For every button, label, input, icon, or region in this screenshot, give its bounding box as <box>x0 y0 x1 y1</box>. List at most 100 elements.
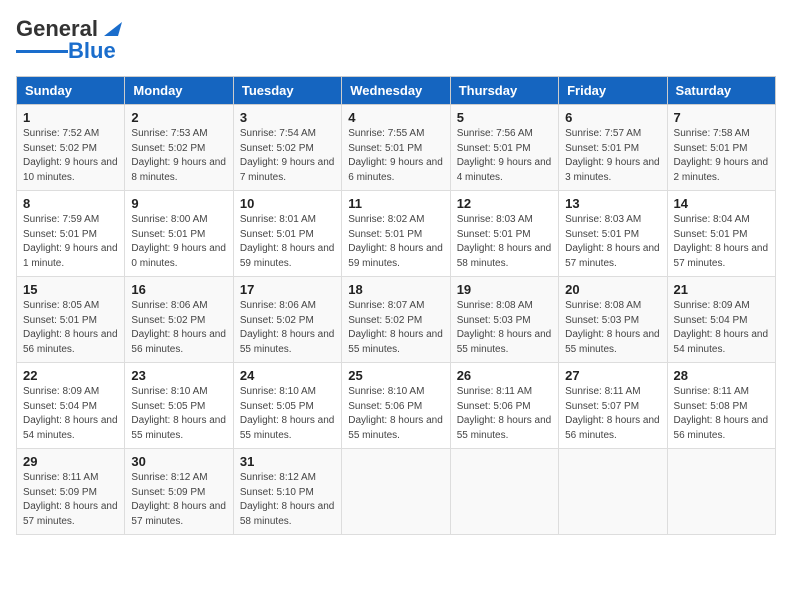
day-number: 13 <box>565 196 660 211</box>
calendar-day-1: 1 Sunrise: 7:52 AM Sunset: 5:02 PM Dayli… <box>17 105 125 191</box>
day-info: Sunrise: 7:54 AM Sunset: 5:02 PM Dayligh… <box>240 127 335 185</box>
calendar-day-4: 4 Sunrise: 7:55 AM Sunset: 5:01 PM Dayli… <box>342 105 450 191</box>
logo-bird-icon <box>100 18 122 40</box>
calendar-day-17: 17 Sunrise: 8:06 AM Sunset: 5:02 PM Dayl… <box>233 277 341 363</box>
calendar-day-14: 14 Sunrise: 8:04 AM Sunset: 5:01 PM Dayl… <box>667 191 775 277</box>
day-number: 28 <box>674 368 769 383</box>
column-header-monday: Monday <box>125 77 233 105</box>
empty-cell <box>450 449 558 535</box>
calendar-day-29: 29 Sunrise: 8:11 AM Sunset: 5:09 PM Dayl… <box>17 449 125 535</box>
day-info: Sunrise: 7:55 AM Sunset: 5:01 PM Dayligh… <box>348 127 443 185</box>
day-info: Sunrise: 8:11 AM Sunset: 5:09 PM Dayligh… <box>23 471 118 529</box>
day-number: 21 <box>674 282 769 297</box>
calendar-day-18: 18 Sunrise: 8:07 AM Sunset: 5:02 PM Dayl… <box>342 277 450 363</box>
page-header: General Blue <box>16 16 776 64</box>
calendar-day-16: 16 Sunrise: 8:06 AM Sunset: 5:02 PM Dayl… <box>125 277 233 363</box>
day-info: Sunrise: 8:08 AM Sunset: 5:03 PM Dayligh… <box>565 299 660 357</box>
calendar-day-23: 23 Sunrise: 8:10 AM Sunset: 5:05 PM Dayl… <box>125 363 233 449</box>
day-info: Sunrise: 7:52 AM Sunset: 5:02 PM Dayligh… <box>23 127 118 185</box>
day-info: Sunrise: 8:04 AM Sunset: 5:01 PM Dayligh… <box>674 213 769 271</box>
day-info: Sunrise: 8:12 AM Sunset: 5:10 PM Dayligh… <box>240 471 335 529</box>
day-info: Sunrise: 8:11 AM Sunset: 5:06 PM Dayligh… <box>457 385 552 443</box>
day-number: 12 <box>457 196 552 211</box>
empty-cell <box>667 449 775 535</box>
calendar-day-2: 2 Sunrise: 7:53 AM Sunset: 5:02 PM Dayli… <box>125 105 233 191</box>
calendar-day-21: 21 Sunrise: 8:09 AM Sunset: 5:04 PM Dayl… <box>667 277 775 363</box>
day-info: Sunrise: 7:57 AM Sunset: 5:01 PM Dayligh… <box>565 127 660 185</box>
day-info: Sunrise: 8:06 AM Sunset: 5:02 PM Dayligh… <box>131 299 226 357</box>
day-number: 26 <box>457 368 552 383</box>
day-number: 16 <box>131 282 226 297</box>
calendar-table: SundayMondayTuesdayWednesdayThursdayFrid… <box>16 76 776 535</box>
day-info: Sunrise: 8:07 AM Sunset: 5:02 PM Dayligh… <box>348 299 443 357</box>
calendar-week-4: 22 Sunrise: 8:09 AM Sunset: 5:04 PM Dayl… <box>17 363 776 449</box>
calendar-header-row: SundayMondayTuesdayWednesdayThursdayFrid… <box>17 77 776 105</box>
day-number: 23 <box>131 368 226 383</box>
calendar-week-5: 29 Sunrise: 8:11 AM Sunset: 5:09 PM Dayl… <box>17 449 776 535</box>
column-header-sunday: Sunday <box>17 77 125 105</box>
calendar-day-31: 31 Sunrise: 8:12 AM Sunset: 5:10 PM Dayl… <box>233 449 341 535</box>
day-number: 7 <box>674 110 769 125</box>
day-number: 15 <box>23 282 118 297</box>
day-number: 4 <box>348 110 443 125</box>
logo: General Blue <box>16 16 122 64</box>
day-number: 19 <box>457 282 552 297</box>
column-header-tuesday: Tuesday <box>233 77 341 105</box>
calendar-day-7: 7 Sunrise: 7:58 AM Sunset: 5:01 PM Dayli… <box>667 105 775 191</box>
day-number: 25 <box>348 368 443 383</box>
day-info: Sunrise: 8:10 AM Sunset: 5:06 PM Dayligh… <box>348 385 443 443</box>
calendar-day-26: 26 Sunrise: 8:11 AM Sunset: 5:06 PM Dayl… <box>450 363 558 449</box>
day-number: 18 <box>348 282 443 297</box>
column-header-thursday: Thursday <box>450 77 558 105</box>
day-info: Sunrise: 8:11 AM Sunset: 5:08 PM Dayligh… <box>674 385 769 443</box>
day-info: Sunrise: 8:01 AM Sunset: 5:01 PM Dayligh… <box>240 213 335 271</box>
calendar-day-20: 20 Sunrise: 8:08 AM Sunset: 5:03 PM Dayl… <box>559 277 667 363</box>
day-info: Sunrise: 8:03 AM Sunset: 5:01 PM Dayligh… <box>457 213 552 271</box>
day-number: 17 <box>240 282 335 297</box>
calendar-day-15: 15 Sunrise: 8:05 AM Sunset: 5:01 PM Dayl… <box>17 277 125 363</box>
day-number: 2 <box>131 110 226 125</box>
day-info: Sunrise: 8:10 AM Sunset: 5:05 PM Dayligh… <box>240 385 335 443</box>
calendar-day-30: 30 Sunrise: 8:12 AM Sunset: 5:09 PM Dayl… <box>125 449 233 535</box>
day-info: Sunrise: 8:10 AM Sunset: 5:05 PM Dayligh… <box>131 385 226 443</box>
day-number: 20 <box>565 282 660 297</box>
day-number: 6 <box>565 110 660 125</box>
day-number: 1 <box>23 110 118 125</box>
day-info: Sunrise: 8:09 AM Sunset: 5:04 PM Dayligh… <box>23 385 118 443</box>
calendar-day-13: 13 Sunrise: 8:03 AM Sunset: 5:01 PM Dayl… <box>559 191 667 277</box>
day-info: Sunrise: 8:00 AM Sunset: 5:01 PM Dayligh… <box>131 213 226 271</box>
calendar-day-6: 6 Sunrise: 7:57 AM Sunset: 5:01 PM Dayli… <box>559 105 667 191</box>
day-info: Sunrise: 8:06 AM Sunset: 5:02 PM Dayligh… <box>240 299 335 357</box>
calendar-day-11: 11 Sunrise: 8:02 AM Sunset: 5:01 PM Dayl… <box>342 191 450 277</box>
day-number: 14 <box>674 196 769 211</box>
day-info: Sunrise: 7:59 AM Sunset: 5:01 PM Dayligh… <box>23 213 118 271</box>
day-info: Sunrise: 8:02 AM Sunset: 5:01 PM Dayligh… <box>348 213 443 271</box>
calendar-day-24: 24 Sunrise: 8:10 AM Sunset: 5:05 PM Dayl… <box>233 363 341 449</box>
calendar-week-1: 1 Sunrise: 7:52 AM Sunset: 5:02 PM Dayli… <box>17 105 776 191</box>
day-number: 8 <box>23 196 118 211</box>
day-info: Sunrise: 8:11 AM Sunset: 5:07 PM Dayligh… <box>565 385 660 443</box>
calendar-day-8: 8 Sunrise: 7:59 AM Sunset: 5:01 PM Dayli… <box>17 191 125 277</box>
day-number: 27 <box>565 368 660 383</box>
day-info: Sunrise: 8:09 AM Sunset: 5:04 PM Dayligh… <box>674 299 769 357</box>
day-number: 29 <box>23 454 118 469</box>
calendar-day-19: 19 Sunrise: 8:08 AM Sunset: 5:03 PM Dayl… <box>450 277 558 363</box>
calendar-day-12: 12 Sunrise: 8:03 AM Sunset: 5:01 PM Dayl… <box>450 191 558 277</box>
day-number: 10 <box>240 196 335 211</box>
calendar-day-25: 25 Sunrise: 8:10 AM Sunset: 5:06 PM Dayl… <box>342 363 450 449</box>
day-info: Sunrise: 8:08 AM Sunset: 5:03 PM Dayligh… <box>457 299 552 357</box>
day-number: 9 <box>131 196 226 211</box>
calendar-day-10: 10 Sunrise: 8:01 AM Sunset: 5:01 PM Dayl… <box>233 191 341 277</box>
day-info: Sunrise: 7:58 AM Sunset: 5:01 PM Dayligh… <box>674 127 769 185</box>
logo-text-blue: Blue <box>68 38 116 64</box>
empty-cell <box>559 449 667 535</box>
logo-underline <box>16 50 68 53</box>
empty-cell <box>342 449 450 535</box>
day-info: Sunrise: 8:12 AM Sunset: 5:09 PM Dayligh… <box>131 471 226 529</box>
day-number: 22 <box>23 368 118 383</box>
calendar-day-5: 5 Sunrise: 7:56 AM Sunset: 5:01 PM Dayli… <box>450 105 558 191</box>
day-info: Sunrise: 8:05 AM Sunset: 5:01 PM Dayligh… <box>23 299 118 357</box>
column-header-saturday: Saturday <box>667 77 775 105</box>
day-info: Sunrise: 7:53 AM Sunset: 5:02 PM Dayligh… <box>131 127 226 185</box>
day-number: 5 <box>457 110 552 125</box>
